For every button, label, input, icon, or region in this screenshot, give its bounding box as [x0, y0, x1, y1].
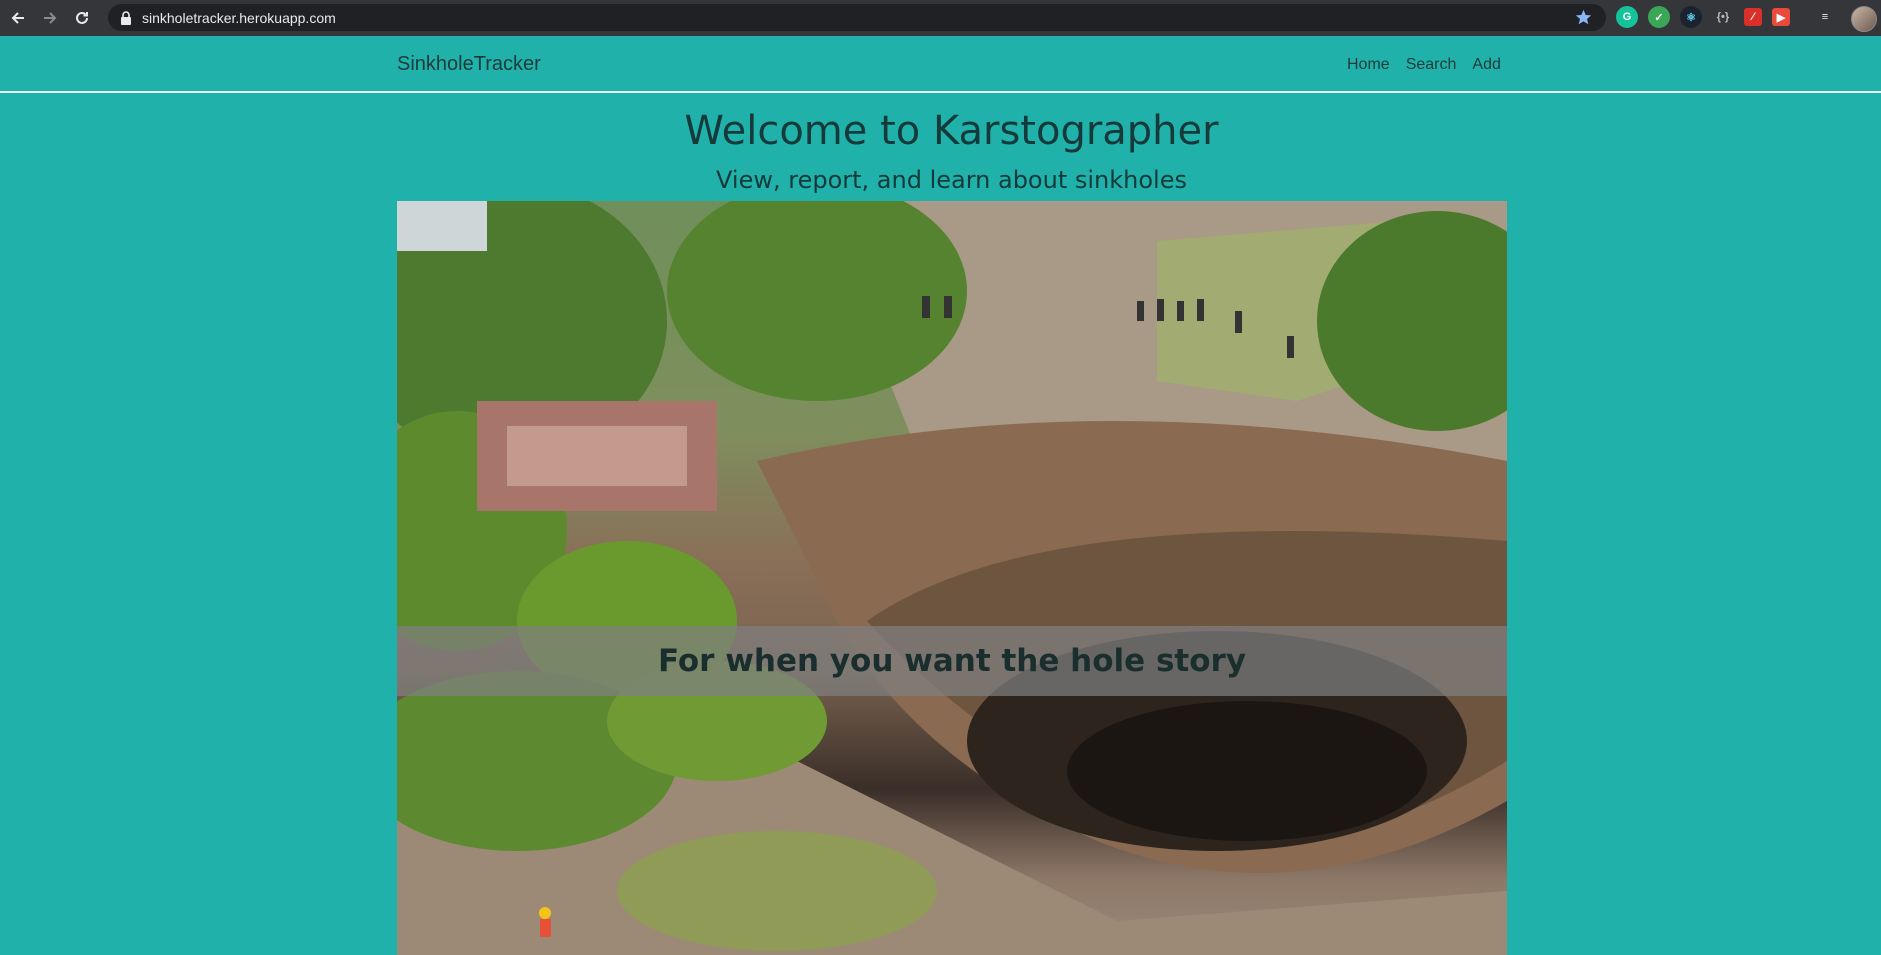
address-bar[interactable]: sinkholetracker.herokuapp.com — [108, 4, 1606, 31]
checkmark-extension-icon[interactable]: ✓ — [1648, 6, 1670, 28]
brand-link[interactable]: SinkholeTracker — [397, 53, 541, 76]
nav-add-link[interactable]: Add — [1472, 56, 1500, 74]
nav-home-link[interactable]: Home — [1347, 56, 1390, 74]
profile-avatar[interactable] — [1851, 6, 1877, 32]
video-extension-icon[interactable]: ▶ — [1772, 8, 1790, 26]
extensions-bar: G ✓ ⚛ {•} ⁄ ▶ ≡ — [1616, 6, 1836, 28]
reload-button[interactable] — [68, 4, 96, 32]
page-subtitle: View, report, and learn about sinkholes — [716, 166, 1187, 194]
grammarly-icon[interactable]: G — [1616, 6, 1638, 28]
hero-sinkhole-image: For when you want the hole story — [397, 201, 1507, 955]
react-devtools-icon[interactable]: ⚛ — [1680, 6, 1702, 28]
pdf-extension-icon[interactable]: ⁄ — [1744, 8, 1762, 26]
code-extension-icon[interactable]: {•} — [1712, 6, 1734, 28]
hero-caption: For when you want the hole story — [657, 643, 1247, 679]
nav-search-link[interactable]: Search — [1406, 56, 1457, 74]
reading-list-icon[interactable]: ≡ — [1814, 6, 1836, 28]
bookmark-star-icon[interactable] — [1575, 9, 1592, 26]
back-button[interactable] — [4, 4, 32, 32]
sinkhole-illustration — [397, 201, 1507, 955]
url-text: sinkholetracker.herokuapp.com — [142, 9, 336, 26]
reload-icon — [76, 11, 88, 24]
lock-icon — [121, 10, 131, 25]
forward-arrow-icon — [44, 12, 57, 24]
nav-links: Home Search Add — [1347, 56, 1501, 74]
caption-band: For when you want the hole story — [397, 626, 1507, 696]
site-navbar: SinkholeTracker Home Search Add — [0, 36, 1881, 93]
browser-toolbar: sinkholetracker.herokuapp.com G ✓ ⚛ {•} … — [0, 0, 1881, 36]
forward-button[interactable] — [36, 4, 64, 32]
page-title: Welcome to Karstographer — [684, 108, 1219, 154]
back-arrow-icon — [11, 12, 24, 24]
